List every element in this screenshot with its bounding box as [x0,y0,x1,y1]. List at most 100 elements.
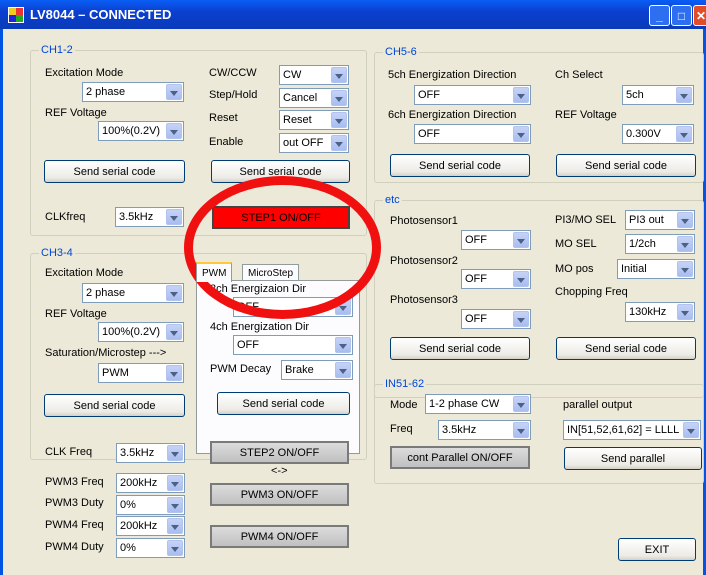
chevron-down-icon [513,87,529,103]
pwm3-duty-select[interactable]: 0% [116,495,185,515]
ch34-excitation-label: Excitation Mode [45,267,124,279]
ch12-send-button-1[interactable]: Send serial code [44,160,185,183]
ps2-select[interactable]: OFF [461,269,531,289]
pwm3-button[interactable]: PWM3 ON/OFF [210,483,349,506]
chevron-down-icon [513,232,529,248]
ch12-excitation-select[interactable]: 2 phase [82,82,184,102]
bottom-clk-value: 3.5kHz [120,447,155,459]
bottom-clk-label: CLK Freq [45,446,93,458]
minimize-button[interactable]: _ [649,5,670,26]
mode-select[interactable]: 1-2 phase CW [425,394,531,414]
step1-button[interactable]: STEP1 ON/OFF [212,206,350,229]
etc-send-button-2[interactable]: Send serial code [556,337,696,360]
mosel-label: MO SEL [555,238,597,250]
ch12-group: CH1-2 Excitation Mode 2 phase REF Voltag… [30,44,367,236]
parallel-output-select[interactable]: IN[51,52,61,62] = LLLL [563,420,701,440]
ch34-ref-select[interactable]: 100%(0.2V) [98,322,184,342]
ps2-value: OFF [465,273,487,285]
pwm3-freq-value: 200kHz [120,477,158,489]
pwm4-freq-select[interactable]: 200kHz [116,516,185,536]
pi3-select[interactable]: PI3 out [625,210,695,230]
pwm4-duty-label: PWM4 Duty [45,541,104,553]
pwm4-duty-select[interactable]: 0% [116,538,185,558]
ch34-send-button[interactable]: Send serial code [44,394,185,417]
ch12-clk-value: 3.5kHz [119,211,154,223]
pi3-value: PI3 out [629,214,664,226]
pwm4-button[interactable]: PWM4 ON/OFF [210,525,349,548]
ch34-ref-label: REF Voltage [45,308,107,320]
stephold-select[interactable]: Cancel [279,88,349,108]
in51-group-label: IN51-62 [383,378,427,390]
dir5-value: OFF [418,89,440,101]
ch34-ref-value: 100%(0.2V) [102,326,161,338]
tab-pwm[interactable]: PWM [196,262,233,282]
dir4-select[interactable]: OFF [233,335,353,355]
saturation-select[interactable]: PWM [98,363,184,383]
tab-microstep[interactable]: MicroStep [242,264,300,281]
freq-label: Freq [390,423,413,435]
ps3-select[interactable]: OFF [461,309,531,329]
window-title: LV8044 – CONNECTED [30,7,172,22]
bottom-clk-select[interactable]: 3.5kHz [116,443,185,463]
dir3-value: OFF [237,301,259,313]
chsel-value: 5ch [626,89,644,101]
chevron-down-icon [167,475,183,491]
ch56-send-button-1[interactable]: Send serial code [390,154,530,177]
ps3-value: OFF [465,313,487,325]
mosel-select[interactable]: 1/2ch [625,234,695,254]
chevron-down-icon [677,236,693,252]
tab-send-button[interactable]: Send serial code [217,392,350,415]
decay-select[interactable]: Brake [281,360,353,380]
dir6-value: OFF [418,128,440,140]
chsel-label: Ch Select [555,69,603,81]
title-bar[interactable]: LV8044 – CONNECTED _ □ ✕ [0,0,706,29]
chevron-down-icon [166,365,182,381]
ch34-excitation-select[interactable]: 2 phase [82,283,184,303]
chevron-down-icon [331,67,347,83]
ps3-label: Photosensor3 [390,294,458,306]
exit-button[interactable]: EXIT [618,538,696,561]
dir3-select[interactable]: OFF [233,297,353,317]
chevron-down-icon [166,209,182,225]
chevron-down-icon [677,304,693,320]
enable-value: out OFF [283,137,324,149]
ch56-send-button-2[interactable]: Send serial code [556,154,696,177]
ch12-send-button-2[interactable]: Send serial code [211,160,350,183]
reset-label: Reset [209,112,238,124]
maximize-button[interactable]: □ [671,5,692,26]
freq-select[interactable]: 3.5kHz [438,420,531,440]
ps2-label: Photosensor2 [390,255,458,267]
enable-select[interactable]: out OFF [279,133,349,153]
ch56-ref-select[interactable]: 0.300V [622,124,694,144]
ch12-excitation-label: Excitation Mode [45,67,124,79]
ch56-ref-value: 0.300V [626,128,661,140]
send-parallel-button[interactable]: Send parallel [564,447,702,470]
mopos-select[interactable]: Initial [617,259,695,279]
ps1-select[interactable]: OFF [461,230,531,250]
pwm4-freq-label: PWM4 Freq [45,519,104,531]
pwm3-freq-select[interactable]: 200kHz [116,473,185,493]
reset-select[interactable]: Reset [279,110,349,130]
chevron-down-icon [166,84,182,100]
chevron-down-icon [167,445,183,461]
pwm-tab-page: 3ch Energizaion Dir OFF 4ch Energization… [196,280,360,454]
chevron-down-icon [167,497,183,513]
ch34-group-label: CH3-4 [39,247,75,259]
stephold-value: Cancel [283,92,318,104]
cont-parallel-button[interactable]: cont Parallel ON/OFF [390,446,530,469]
cwccw-value: CW [283,69,302,81]
cwccw-label: CW/CCW [209,67,257,79]
ch12-ref-select[interactable]: 100%(0.2V) [98,121,184,141]
cwccw-select[interactable]: CW [279,65,349,85]
chevron-down-icon [335,337,351,353]
dir6-select[interactable]: OFF [414,124,531,144]
close-button[interactable]: ✕ [693,5,706,26]
ch12-clk-select[interactable]: 3.5kHz [115,207,184,227]
chop-select[interactable]: 130kHz [625,302,695,322]
chsel-select[interactable]: 5ch [622,85,694,105]
dir5-select[interactable]: OFF [414,85,531,105]
saturation-value: PWM [102,367,129,379]
etc-send-button-1[interactable]: Send serial code [390,337,530,360]
dir5-label: 5ch Energization Direction [388,69,517,81]
step2-button[interactable]: STEP2 ON/OFF [210,441,349,464]
